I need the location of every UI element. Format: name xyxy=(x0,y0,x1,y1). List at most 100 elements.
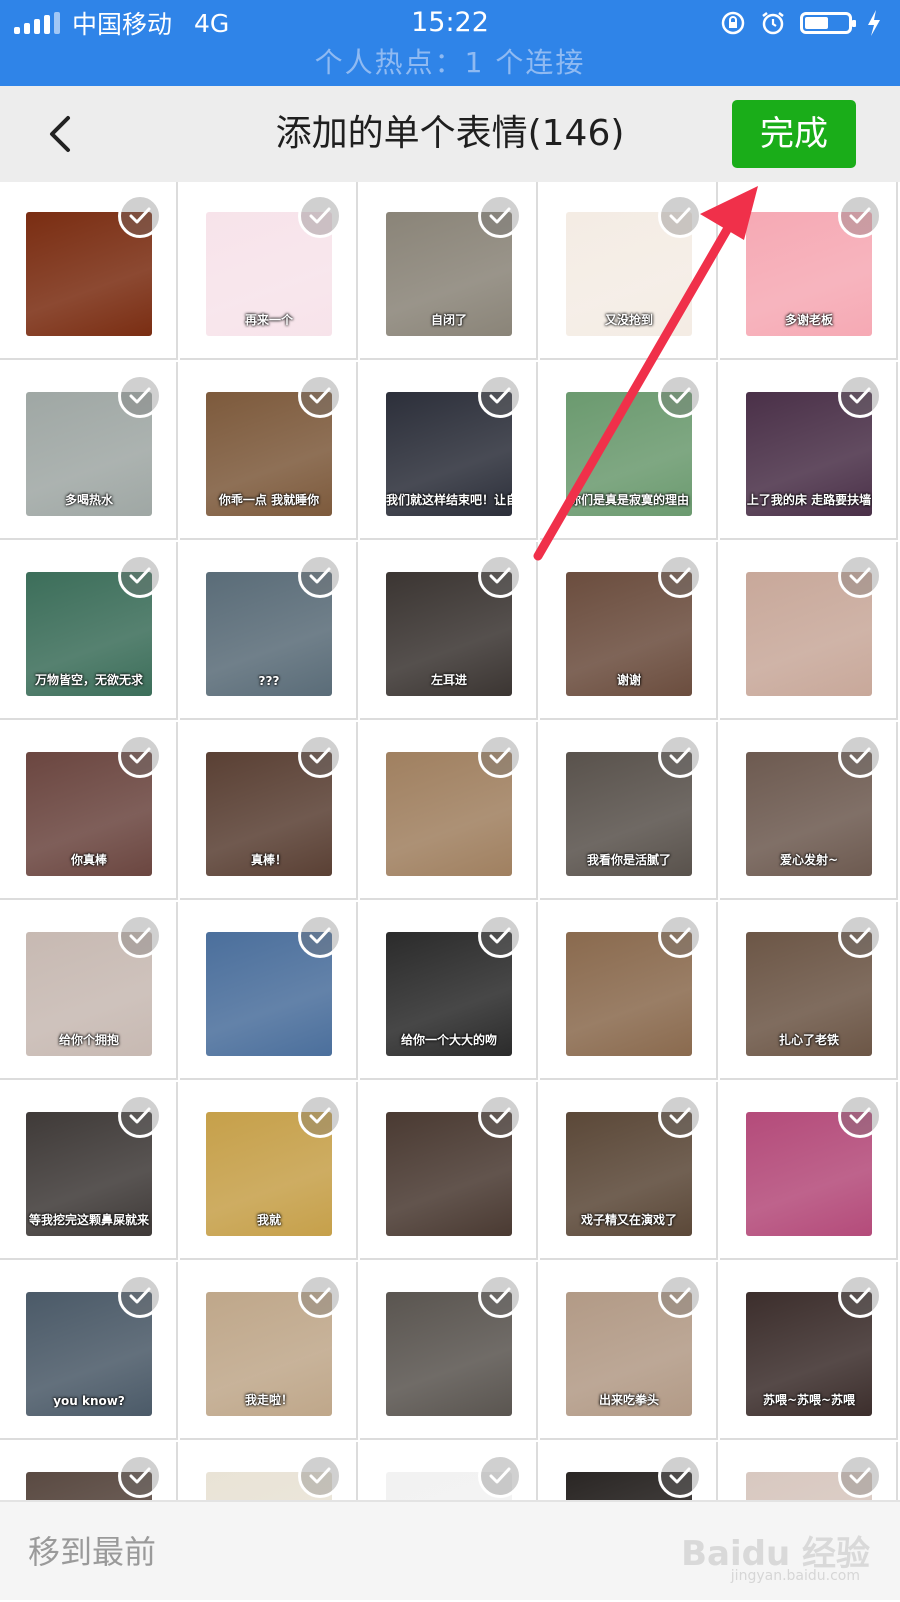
sticker-tile[interactable] xyxy=(360,1442,538,1500)
sticker-caption: 多谢老板 xyxy=(784,313,833,327)
sticker-tile[interactable]: 爱心发射~ xyxy=(720,722,898,900)
sticker-tile[interactable]: 给你个拥抱 xyxy=(0,902,178,1080)
select-checkbox[interactable] xyxy=(658,1454,702,1498)
checkmark-icon xyxy=(849,1287,871,1304)
sticker-tile[interactable]: 戏子精又在演戏了 xyxy=(540,1082,718,1260)
sticker-tile[interactable] xyxy=(0,1442,178,1500)
select-checkbox[interactable] xyxy=(658,1274,702,1318)
done-button[interactable]: 完成 xyxy=(732,100,856,168)
sticker-tile[interactable]: 我看你是活腻了 xyxy=(540,722,718,900)
select-checkbox[interactable] xyxy=(478,374,522,418)
sticker-tile[interactable]: 我就 xyxy=(180,1082,358,1260)
select-checkbox[interactable] xyxy=(838,734,882,778)
select-checkbox[interactable] xyxy=(658,374,702,418)
select-checkbox[interactable] xyxy=(478,1454,522,1498)
select-checkbox[interactable] xyxy=(118,194,162,238)
select-checkbox[interactable] xyxy=(298,1094,342,1138)
select-checkbox[interactable] xyxy=(478,914,522,958)
sticker-caption: 我走啦！ xyxy=(244,1393,293,1407)
select-checkbox[interactable] xyxy=(838,374,882,418)
move-to-front-button[interactable]: 移到最前 xyxy=(28,1502,156,1602)
checkmark-icon xyxy=(489,567,511,584)
sticker-tile[interactable] xyxy=(540,1442,718,1500)
sticker-tile[interactable]: 谢谢 xyxy=(540,542,718,720)
sticker-tile[interactable]: ??? xyxy=(180,542,358,720)
checkmark-icon xyxy=(129,927,151,944)
select-checkbox[interactable] xyxy=(298,554,342,598)
checkmark-icon xyxy=(129,207,151,224)
sticker-tile[interactable]: 上了我的床 走路要扶墙 xyxy=(720,362,898,540)
sticker-tile[interactable] xyxy=(720,1442,898,1500)
sticker-tile[interactable]: 苏喂~苏喂~苏喂 xyxy=(720,1262,898,1440)
select-checkbox[interactable] xyxy=(118,1454,162,1498)
select-checkbox[interactable] xyxy=(298,1274,342,1318)
select-checkbox[interactable] xyxy=(838,554,882,598)
sticker-tile[interactable] xyxy=(0,182,178,360)
sticker-tile[interactable] xyxy=(360,722,538,900)
select-checkbox[interactable] xyxy=(838,194,882,238)
checkmark-icon xyxy=(849,1467,871,1484)
sticker-caption: you know? xyxy=(53,1394,125,1408)
select-checkbox[interactable] xyxy=(118,914,162,958)
select-checkbox[interactable] xyxy=(478,734,522,778)
select-checkbox[interactable] xyxy=(838,1094,882,1138)
checkmark-icon xyxy=(669,747,691,764)
select-checkbox[interactable] xyxy=(658,194,702,238)
sticker-tile[interactable]: 真棒！ xyxy=(180,722,358,900)
hotspot-banner[interactable]: 个人热点：1 个连接 xyxy=(0,44,900,82)
checkmark-icon xyxy=(489,387,511,404)
sticker-tile[interactable]: 多喝热水 xyxy=(0,362,178,540)
sticker-tile[interactable]: 又没抢到 xyxy=(540,182,718,360)
sticker-tile[interactable]: 等我挖完这颗鼻屎就来 xyxy=(0,1082,178,1260)
select-checkbox[interactable] xyxy=(478,1274,522,1318)
select-checkbox[interactable] xyxy=(478,554,522,598)
sticker-tile[interactable]: 你乖一点 我就睡你 xyxy=(180,362,358,540)
checkmark-icon xyxy=(849,747,871,764)
select-checkbox[interactable] xyxy=(298,1454,342,1498)
sticker-tile[interactable] xyxy=(180,902,358,1080)
sticker-tile[interactable]: 多谢老板 xyxy=(720,182,898,360)
select-checkbox[interactable] xyxy=(118,734,162,778)
sticker-tile[interactable] xyxy=(720,1082,898,1260)
sticker-tile[interactable]: 自闭了 xyxy=(360,182,538,360)
select-checkbox[interactable] xyxy=(658,734,702,778)
select-checkbox[interactable] xyxy=(298,374,342,418)
select-checkbox[interactable] xyxy=(298,734,342,778)
sticker-tile[interactable]: 你们是真是寂寞的理由 xyxy=(540,362,718,540)
select-checkbox[interactable] xyxy=(118,554,162,598)
checkmark-icon xyxy=(849,207,871,224)
select-checkbox[interactable] xyxy=(118,374,162,418)
sticker-tile[interactable] xyxy=(720,542,898,720)
sticker-tile[interactable]: 扎心了老铁 xyxy=(720,902,898,1080)
sticker-tile[interactable]: 你真棒 xyxy=(0,722,178,900)
checkmark-icon xyxy=(669,207,691,224)
sticker-tile[interactable]: 出来吃拳头 xyxy=(540,1262,718,1440)
select-checkbox[interactable] xyxy=(838,1454,882,1498)
sticker-tile[interactable] xyxy=(360,1082,538,1260)
select-checkbox[interactable] xyxy=(118,1274,162,1318)
select-checkbox[interactable] xyxy=(298,194,342,238)
sticker-tile[interactable]: 别是个傻子吧 xyxy=(180,1442,358,1500)
select-checkbox[interactable] xyxy=(658,1094,702,1138)
sticker-tile[interactable]: 我们就这样结束吧！让自由去吧 xyxy=(360,362,538,540)
sticker-tile[interactable]: 我走啦！ xyxy=(180,1262,358,1440)
sticker-tile[interactable]: 给你一个大大的吻 xyxy=(360,902,538,1080)
checkmark-icon xyxy=(129,747,151,764)
sticker-tile[interactable] xyxy=(360,1262,538,1440)
select-checkbox[interactable] xyxy=(838,1274,882,1318)
select-checkbox[interactable] xyxy=(658,554,702,598)
sticker-tile[interactable]: 再来一个 xyxy=(180,182,358,360)
sticker-caption: 你乖一点 我就睡你 xyxy=(218,493,320,507)
select-checkbox[interactable] xyxy=(118,1094,162,1138)
select-checkbox[interactable] xyxy=(478,1094,522,1138)
select-checkbox[interactable] xyxy=(658,914,702,958)
select-checkbox[interactable] xyxy=(298,914,342,958)
sticker-tile[interactable]: 万物皆空，无欲无求 xyxy=(0,542,178,720)
checkmark-icon xyxy=(309,1287,331,1304)
select-checkbox[interactable] xyxy=(478,194,522,238)
sticker-tile[interactable]: 左耳进 xyxy=(360,542,538,720)
sticker-tile[interactable] xyxy=(540,902,718,1080)
select-checkbox[interactable] xyxy=(838,914,882,958)
checkmark-icon xyxy=(129,387,151,404)
sticker-tile[interactable]: you know? xyxy=(0,1262,178,1440)
